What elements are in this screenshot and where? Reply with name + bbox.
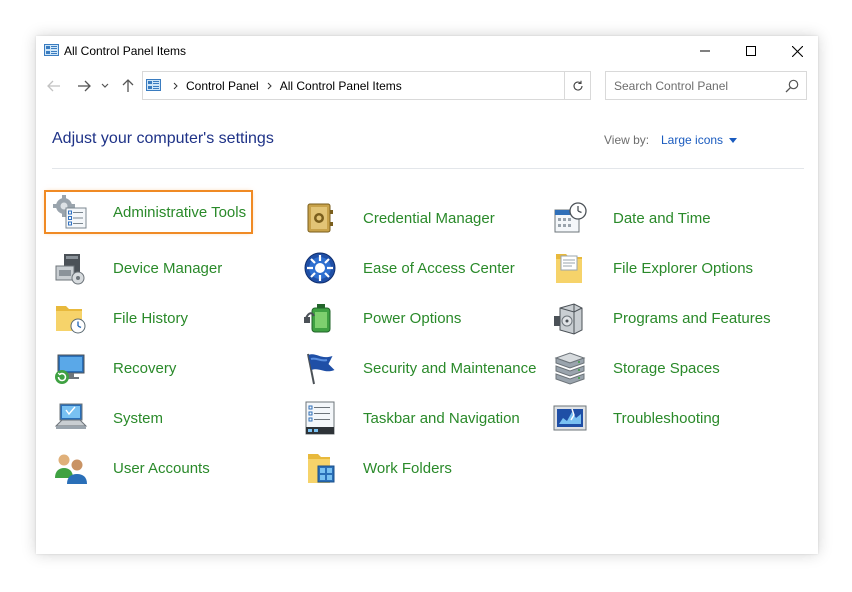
item-device-manager[interactable]: Device Manager [52, 248, 222, 288]
item-credential-manager[interactable]: Credential Manager [302, 198, 495, 238]
breadcrumb-separator-icon[interactable] [267, 82, 272, 90]
search-icon[interactable] [784, 78, 800, 94]
refresh-icon [572, 80, 584, 92]
item-label: Date and Time [613, 209, 711, 227]
maximize-icon [746, 46, 756, 56]
storage-spaces-icon [552, 350, 588, 386]
item-label: Administrative Tools [113, 203, 247, 221]
title-bar[interactable]: All Control Panel Items [36, 36, 818, 66]
page-title: Adjust your computer's settings [52, 130, 274, 147]
search-box[interactable]: Search Control Panel [605, 71, 807, 100]
recent-locations-button[interactable] [98, 76, 112, 96]
troubleshooting-icon [552, 400, 588, 436]
maximize-button[interactable] [728, 36, 774, 66]
arrow-left-icon [47, 80, 61, 92]
arrow-right-icon [77, 80, 91, 92]
address-bar[interactable]: Control Panel All Control Panel Items [142, 71, 590, 100]
user-accounts-icon [52, 450, 88, 486]
item-user-accounts[interactable]: User Accounts [52, 448, 210, 488]
taskbar-navigation-icon [302, 400, 338, 436]
item-label: Security and Maintenance [363, 359, 537, 377]
item-file-explorer-options[interactable]: File Explorer Options [552, 248, 753, 288]
ease-of-access-icon [302, 250, 338, 286]
item-power-options[interactable]: Power Options [302, 298, 461, 338]
close-icon [791, 45, 803, 57]
breadcrumb: Control Panel All Control Panel Items [165, 79, 402, 93]
item-label: Storage Spaces [613, 359, 720, 377]
minimize-button[interactable] [682, 36, 728, 66]
item-label: Work Folders [363, 459, 452, 477]
chevron-down-icon [101, 83, 109, 89]
item-label: Power Options [363, 309, 462, 327]
administrative-tools-icon [52, 194, 88, 230]
item-security-maintenance[interactable]: Security and Maintenance [302, 348, 536, 388]
breadcrumb-control-panel[interactable]: Control Panel [186, 79, 259, 93]
item-label: Taskbar and Navigation [363, 409, 520, 427]
control-panel-window: All Control Panel Items Control Panel Al… [36, 36, 818, 554]
header-divider [52, 168, 804, 169]
item-label: Credential Manager [363, 209, 495, 227]
search-input[interactable]: Search Control Panel [614, 79, 728, 93]
power-options-icon [302, 300, 338, 336]
item-label: Recovery [113, 359, 177, 377]
control-panel-icon [146, 79, 161, 91]
item-label: Troubleshooting [613, 409, 721, 427]
back-button[interactable] [44, 76, 64, 96]
item-label: Device Manager [113, 259, 223, 277]
security-maintenance-icon [302, 350, 338, 386]
system-icon [52, 400, 88, 436]
programs-features-icon [552, 300, 588, 336]
recovery-icon [52, 350, 88, 386]
work-folders-icon [302, 450, 338, 486]
item-troubleshooting[interactable]: Troubleshooting [552, 398, 720, 438]
arrow-up-icon [122, 79, 134, 93]
refresh-button[interactable] [564, 71, 591, 100]
breadcrumb-separator-icon[interactable] [173, 82, 178, 90]
window-title: All Control Panel Items [64, 44, 187, 58]
item-label: File Explorer Options [613, 259, 754, 277]
forward-button[interactable] [74, 76, 94, 96]
view-by-label: View by: [604, 133, 650, 147]
item-work-folders[interactable]: Work Folders [302, 448, 452, 488]
item-taskbar-navigation[interactable]: Taskbar and Navigation [302, 398, 520, 438]
item-file-history[interactable]: File History [52, 298, 188, 338]
file-explorer-options-icon [552, 250, 588, 286]
view-by-value[interactable]: Large icons [661, 133, 723, 147]
minimize-icon [700, 46, 710, 56]
item-recovery[interactable]: Recovery [52, 348, 176, 388]
file-history-icon [52, 300, 88, 336]
item-programs-features[interactable]: Programs and Features [552, 298, 771, 338]
item-system[interactable]: System [52, 398, 163, 438]
item-label: User Accounts [113, 459, 210, 477]
credential-manager-icon [302, 200, 338, 236]
item-administrative-tools[interactable]: Administrative Tools [44, 190, 253, 234]
item-ease-of-access[interactable]: Ease of Access Center [302, 248, 515, 288]
item-label: File History [113, 309, 189, 327]
item-label: Programs and Features [613, 309, 771, 327]
up-button[interactable] [118, 76, 138, 96]
control-panel-icon [44, 44, 59, 56]
item-label: System [113, 409, 164, 427]
item-storage-spaces[interactable]: Storage Spaces [552, 348, 720, 388]
caret-down-icon [729, 137, 738, 143]
device-manager-icon [52, 250, 88, 286]
close-button[interactable] [774, 36, 820, 66]
item-label: Ease of Access Center [363, 259, 515, 277]
view-by-dropdown[interactable]: Large icons [661, 133, 738, 147]
breadcrumb-all-items[interactable]: All Control Panel Items [280, 79, 402, 93]
date-time-icon [552, 200, 588, 236]
item-date-time[interactable]: Date and Time [552, 198, 711, 238]
